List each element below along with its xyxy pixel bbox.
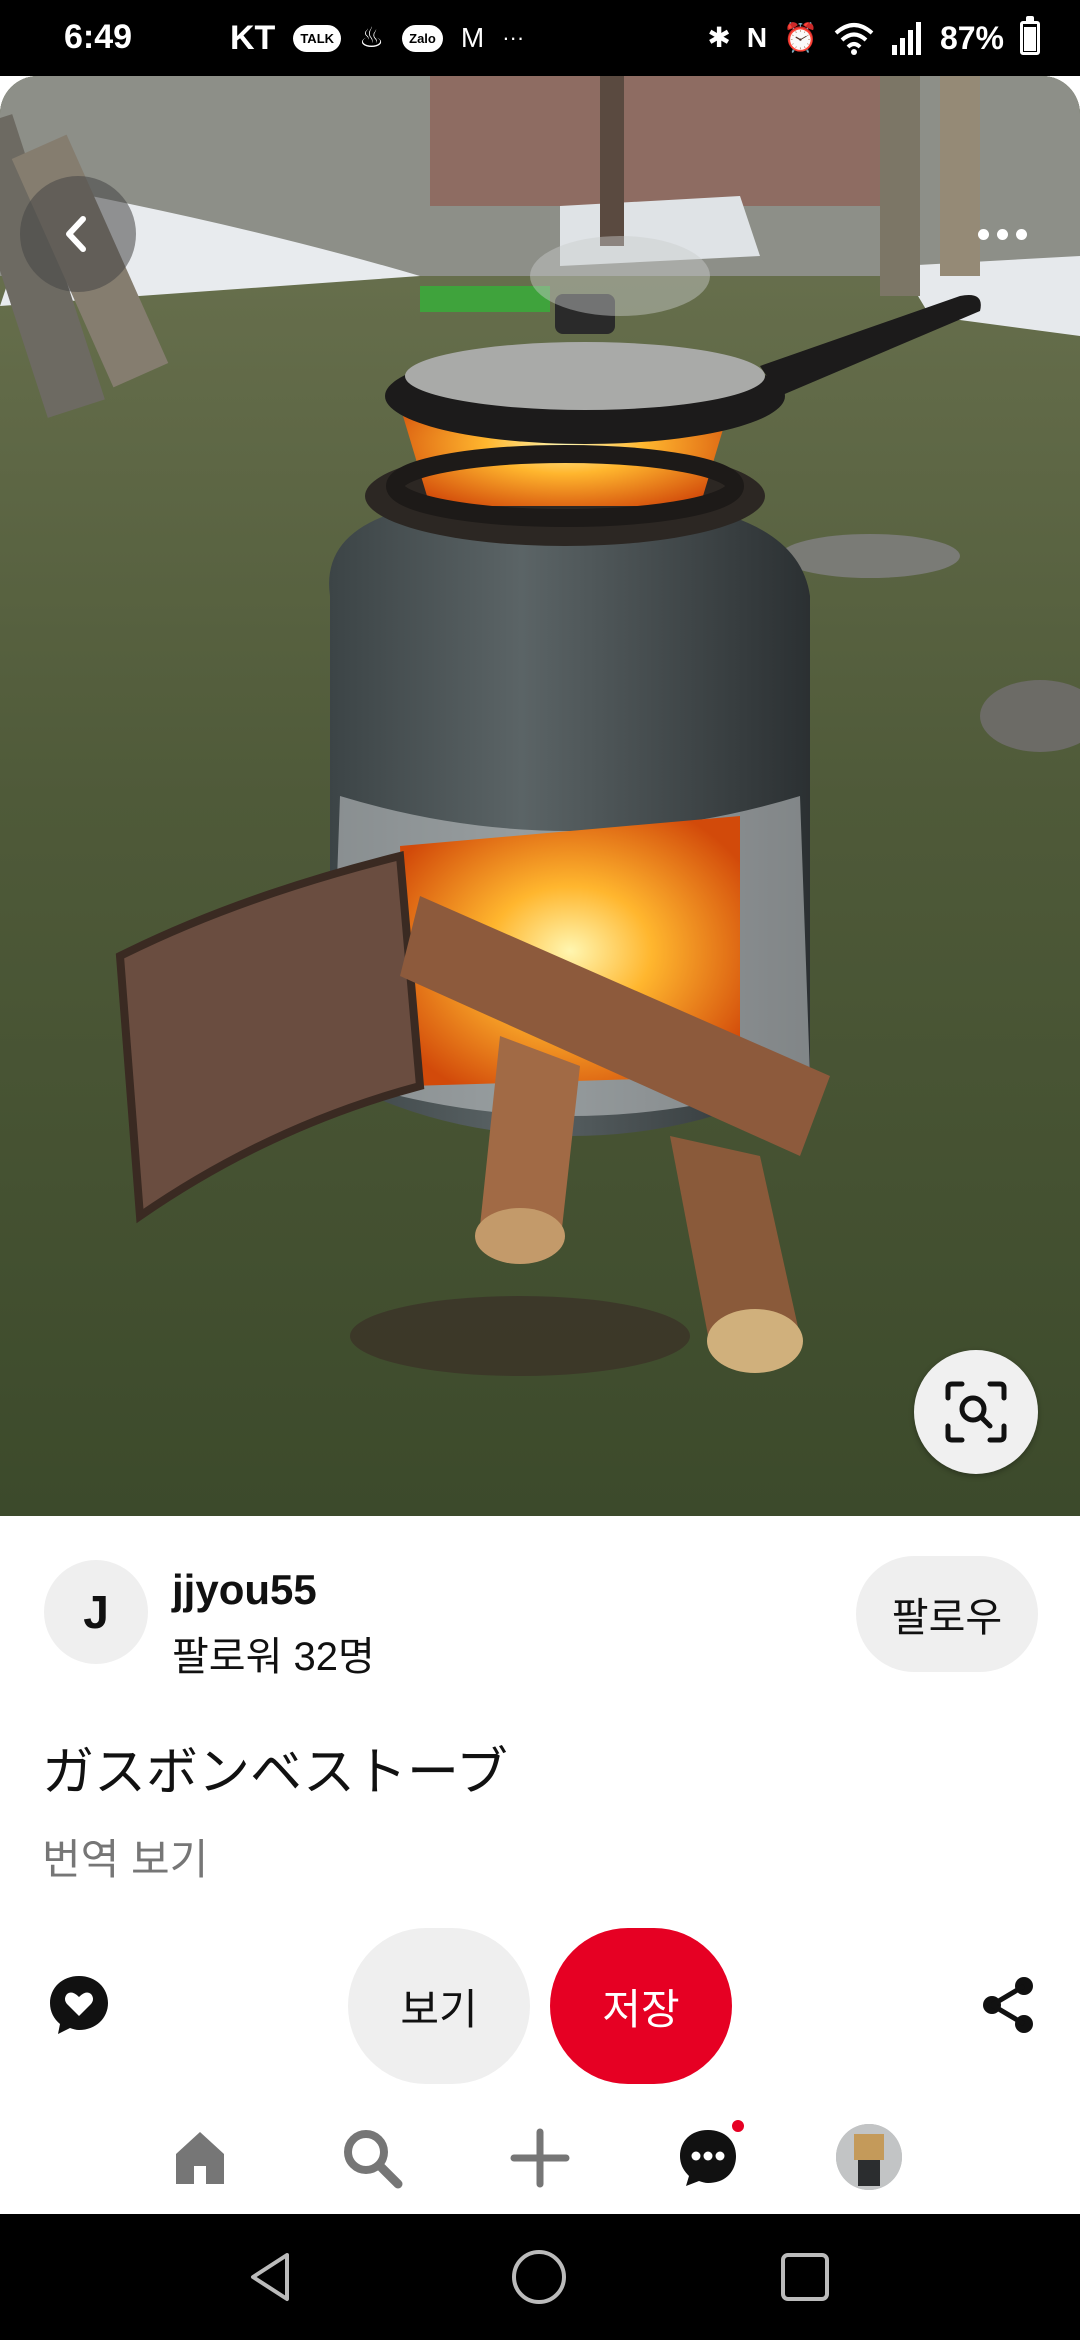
visual-search-button[interactable] [914, 1350, 1038, 1474]
nfc-icon: N [746, 22, 768, 53]
gmail-icon: M [460, 22, 485, 53]
system-navigation-bar [0, 2214, 1080, 2340]
pin-image[interactable] [0, 76, 1080, 1516]
circle-home-icon [512, 2250, 566, 2304]
pin-photo [0, 76, 1080, 1516]
system-back-button[interactable] [238, 2244, 304, 2310]
signal-icon [891, 22, 921, 55]
tab-create[interactable] [500, 2118, 580, 2198]
view-button[interactable]: 보기 [348, 1928, 530, 2084]
more-options-button[interactable] [944, 176, 1060, 292]
tab-profile[interactable] [836, 2124, 902, 2190]
triangle-back-icon [251, 2253, 289, 2301]
chevron-left-icon [66, 216, 86, 252]
status-left-icons: KT TALK ♨ Zalo M ··· [230, 18, 524, 58]
system-recents-button[interactable] [772, 2244, 838, 2310]
visual-search-icon [945, 1381, 1007, 1443]
home-icon [176, 2132, 224, 2184]
carrier-label: KT [230, 18, 276, 57]
battery-percent: 87% [939, 19, 1004, 56]
profile-avatar [836, 2124, 902, 2190]
more-notifications-icon: ··· [502, 25, 525, 50]
system-home-button[interactable] [506, 2244, 572, 2310]
status-right-icons: ✱ N ⏰ 87% [707, 16, 1040, 60]
tab-search[interactable] [332, 2118, 412, 2198]
translate-link[interactable]: 번역 보기 [42, 1826, 208, 1887]
chat-icon [680, 2130, 736, 2186]
pin-title: ガスボンベストーブ [42, 1743, 508, 1803]
back-button[interactable] [20, 176, 136, 292]
more-horizontal-icon-dot [1015, 228, 1027, 240]
save-button[interactable]: 저장 [550, 1928, 732, 2084]
bottom-tab-bar [0, 2104, 1080, 2214]
creator-avatar[interactable]: J [44, 1560, 148, 1664]
follower-count: 팔로워 32명 [172, 1635, 375, 1679]
battery-icon [1020, 16, 1040, 55]
flame-notification-icon: ♨ [359, 22, 385, 53]
kakaotalk-icon: TALK [293, 24, 342, 52]
square-recents-icon [781, 2253, 829, 2301]
alarm-icon: ⏰ [783, 22, 818, 53]
notification-dot [730, 2118, 746, 2134]
share-icon[interactable] [980, 1976, 1038, 2034]
more-horizontal-icon-dot [996, 228, 1008, 240]
tab-messages[interactable] [668, 2118, 748, 2198]
search-icon [344, 2130, 403, 2189]
follow-button[interactable]: 팔로우 [856, 1556, 1038, 1672]
tab-home[interactable] [160, 2118, 240, 2198]
heart-comment-icon[interactable] [46, 1972, 112, 2038]
battery-level-fill [1024, 26, 1036, 51]
action-row: 보기 저장 [0, 1928, 1080, 2088]
more-horizontal-icon-dot [977, 228, 989, 240]
plus-icon [510, 2128, 570, 2188]
status-time: 6:49 [64, 18, 133, 56]
bluetooth-icon: ✱ [707, 22, 731, 53]
zalo-icon: Zalo [402, 24, 443, 52]
status-bar: 6:49 KT TALK ♨ Zalo M ··· ✱ N ⏰ 87% [0, 0, 1080, 76]
creator-row: J jjyou55 팔로워 32명 팔로우 [0, 1516, 1080, 1696]
creator-name[interactable]: jjyou55 [172, 1566, 317, 1614]
wifi-icon [834, 23, 874, 55]
